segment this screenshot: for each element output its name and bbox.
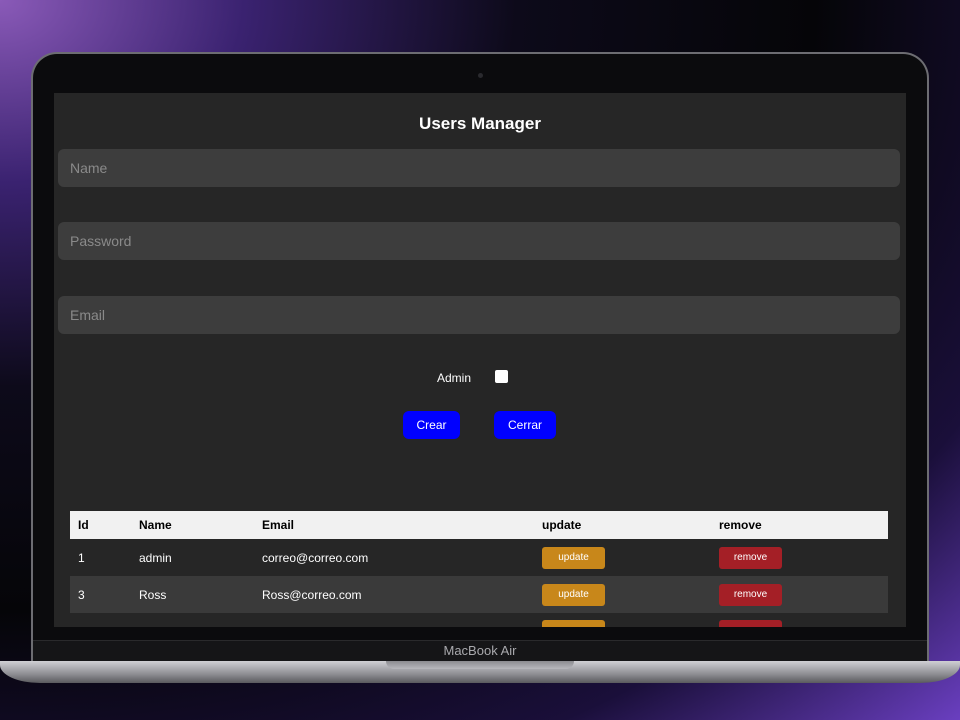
header-name: Name	[131, 511, 254, 539]
device-label: MacBook Air	[443, 643, 517, 658]
table-row-partial	[70, 613, 888, 627]
email-input[interactable]	[58, 296, 900, 334]
cell-email	[254, 613, 534, 627]
update-button[interactable]: update	[542, 583, 605, 606]
name-input[interactable]	[58, 149, 900, 187]
cell-remove: remove	[711, 539, 888, 576]
cell-update	[534, 613, 711, 627]
remove-button[interactable]: remove	[719, 583, 782, 606]
create-button[interactable]: Crear	[403, 411, 460, 439]
table-row: 1 admin correo@correo.com update remove	[70, 539, 888, 576]
header-update: update	[534, 511, 711, 539]
page-title: Users Manager	[419, 114, 541, 133]
header-id: Id	[70, 511, 131, 539]
update-button[interactable]	[542, 619, 605, 627]
cell-update: update	[534, 576, 711, 613]
users-table: Id Name Email update remove 1 admin corr…	[70, 511, 888, 627]
camera-icon	[478, 73, 483, 78]
laptop-notch	[386, 661, 574, 669]
password-input[interactable]	[58, 222, 900, 260]
cell-remove: remove	[711, 576, 888, 613]
cell-id	[70, 613, 131, 627]
admin-label: Admin	[437, 371, 472, 385]
remove-button[interactable]: remove	[719, 546, 782, 569]
table-row: 3 Ross Ross@correo.com update remove	[70, 576, 888, 613]
header-remove: remove	[711, 511, 888, 539]
app-screen: Users Manager Admin Crear Cerrar Id Name…	[54, 93, 906, 627]
admin-checkbox[interactable]	[495, 370, 508, 383]
remove-button[interactable]	[719, 619, 782, 627]
cell-remove	[711, 613, 888, 627]
cell-id: 3	[70, 576, 131, 613]
table-header-row: Id Name Email update remove	[70, 511, 888, 539]
cell-email: Ross@correo.com	[254, 576, 534, 613]
cell-id: 1	[70, 539, 131, 576]
cell-name	[131, 613, 254, 627]
close-button[interactable]: Cerrar	[494, 411, 556, 439]
cell-update: update	[534, 539, 711, 576]
header-email: Email	[254, 511, 534, 539]
cell-name: Ross	[131, 576, 254, 613]
update-button[interactable]: update	[542, 546, 605, 569]
cell-name: admin	[131, 539, 254, 576]
cell-email: correo@correo.com	[254, 539, 534, 576]
